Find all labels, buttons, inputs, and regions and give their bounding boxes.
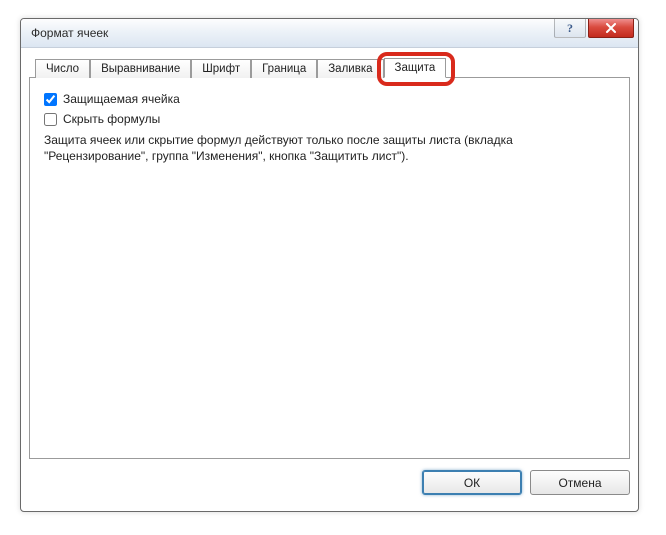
tab-label: Защита bbox=[395, 62, 436, 74]
protection-description: Защита ячеек или скрытие формул действую… bbox=[44, 132, 604, 164]
protected-cell-row: Защищаемая ячейка bbox=[44, 90, 615, 108]
protected-cell-checkbox[interactable] bbox=[44, 93, 57, 106]
tab-border[interactable]: Граница bbox=[251, 59, 317, 78]
hide-formulas-checkbox[interactable] bbox=[44, 113, 57, 126]
cancel-button[interactable]: Отмена bbox=[530, 470, 630, 495]
button-label: Отмена bbox=[558, 476, 601, 490]
protected-cell-label: Защищаемая ячейка bbox=[63, 92, 180, 106]
hide-formulas-row: Скрыть формулы bbox=[44, 110, 615, 128]
tabstrip: Число Выравнивание Шрифт Граница Заливка… bbox=[29, 55, 630, 77]
client-area: Число Выравнивание Шрифт Граница Заливка… bbox=[29, 55, 630, 501]
tab-label: Шрифт bbox=[202, 63, 240, 75]
tab-font[interactable]: Шрифт bbox=[191, 59, 251, 78]
tab-alignment[interactable]: Выравнивание bbox=[90, 59, 191, 78]
hide-formulas-label: Скрыть формулы bbox=[63, 112, 160, 126]
button-label: ОК bbox=[464, 476, 480, 490]
window-controls: ? bbox=[552, 19, 634, 39]
titlebar: Формат ячеек ? bbox=[21, 19, 638, 48]
tab-fill[interactable]: Заливка bbox=[317, 59, 383, 78]
tab-label: Выравнивание bbox=[101, 63, 180, 75]
help-button[interactable]: ? bbox=[554, 19, 586, 38]
close-icon bbox=[605, 23, 617, 33]
tab-label: Число bbox=[46, 63, 79, 75]
tab-number[interactable]: Число bbox=[35, 59, 90, 78]
tabpanel-protection: Защищаемая ячейка Скрыть формулы Защита … bbox=[29, 77, 630, 459]
tab-label: Граница bbox=[262, 63, 306, 75]
format-cells-dialog: Формат ячеек ? Число Выравнивание Шрифт bbox=[20, 18, 639, 512]
window-title: Формат ячеек bbox=[31, 26, 108, 40]
dialog-footer: ОК Отмена bbox=[422, 470, 630, 495]
tab-label: Заливка bbox=[328, 63, 372, 75]
ok-button[interactable]: ОК bbox=[422, 470, 522, 495]
close-button[interactable] bbox=[588, 19, 634, 38]
help-icon: ? bbox=[567, 21, 573, 36]
tab-protection[interactable]: Защита bbox=[384, 58, 447, 78]
